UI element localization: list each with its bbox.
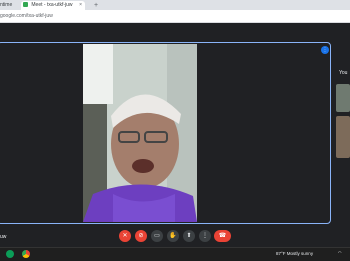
captions-button[interactable]: ▭: [151, 230, 163, 242]
browser-tab-bar: ntime Meet - txa-utkf-juw × +: [0, 0, 350, 10]
call-controls: ✕ ⊘ ▭ ✋ ⬆ ⋮ ☎: [119, 230, 231, 244]
os-taskbar: 87°F Mostly sunny ◠: [0, 247, 350, 261]
mic-off-button[interactable]: ✕: [119, 230, 131, 242]
camera-off-button[interactable]: ⊘: [135, 230, 147, 242]
pin-options-icon[interactable]: ⋮: [321, 46, 329, 54]
raise-hand-button[interactable]: ✋: [167, 230, 179, 242]
close-tab-icon[interactable]: ×: [79, 1, 82, 10]
line-app-icon[interactable]: [6, 250, 14, 258]
end-call-icon: ☎: [218, 233, 227, 239]
self-tile-label: You: [339, 70, 348, 76]
captions-icon: ▭: [154, 233, 160, 239]
tab-meet-label: Meet - txa-utkf-juw: [31, 2, 73, 8]
present-button[interactable]: ⬆: [183, 230, 195, 242]
weather-widget[interactable]: 87°F Mostly sunny: [276, 251, 313, 256]
present-icon: ⬆: [186, 233, 192, 239]
chrome-icon[interactable]: [22, 250, 30, 258]
participant-tile[interactable]: [336, 84, 350, 112]
system-tray-icon[interactable]: ◠: [338, 250, 348, 258]
tab-meet[interactable]: Meet - txa-utkf-juw ×: [21, 1, 85, 10]
participant-video: [83, 44, 197, 222]
tab-previous-label: ntime: [0, 2, 13, 8]
participant-video-image: [83, 44, 197, 222]
new-tab-button[interactable]: +: [94, 1, 98, 10]
meet-favicon-icon: [23, 2, 28, 8]
more-icon: ⋮: [202, 233, 208, 239]
leave-call-button[interactable]: ☎: [214, 230, 231, 242]
address-text[interactable]: google.com/txa-utkf-juw: [0, 12, 53, 20]
address-bar[interactable]: google.com/txa-utkf-juw: [0, 10, 350, 23]
more-options-button[interactable]: ⋮: [199, 230, 211, 242]
mic-off-icon: ✕: [122, 233, 128, 239]
camera-off-icon: ⊘: [138, 233, 144, 239]
participant-tile[interactable]: [336, 116, 350, 158]
self-name-label: uw: [0, 234, 7, 240]
hand-icon: ✋: [169, 233, 177, 239]
tab-previous[interactable]: ntime: [0, 1, 19, 10]
